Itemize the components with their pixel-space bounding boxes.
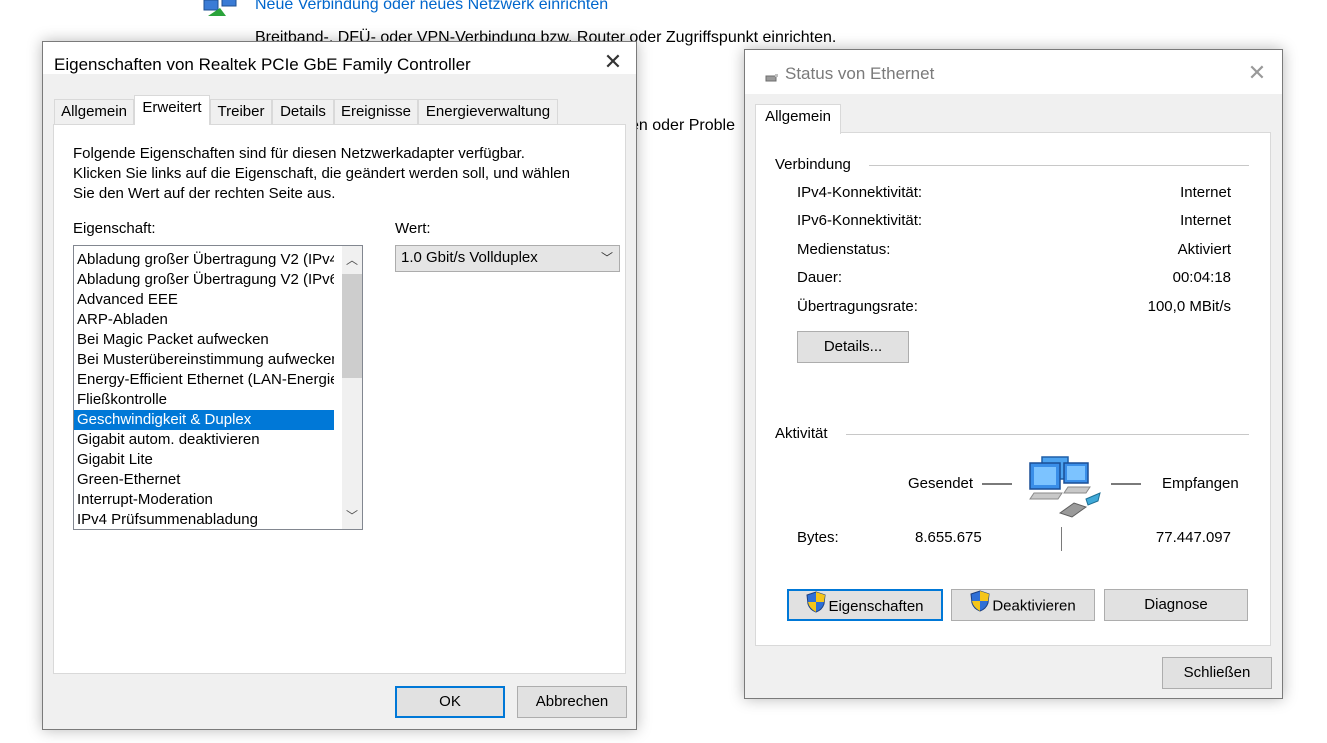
network-wizard-icon: [200, 0, 244, 26]
diagnose-button[interactable]: Diagnose: [1104, 589, 1248, 621]
status-row-value: 100,0 MBit/s: [1147, 298, 1231, 315]
tab-allgemein[interactable]: Allgemein: [54, 99, 134, 125]
property-list-scrollbar[interactable]: ︿ ﹀: [342, 246, 362, 529]
value-label: Wert:: [395, 220, 431, 237]
tab-ereignisse[interactable]: Ereignisse: [334, 99, 418, 125]
bytes-sent-value: 8.655.675: [915, 529, 982, 546]
close-icon[interactable]: ✕: [1235, 58, 1279, 88]
disable-button[interactable]: Deaktivieren: [951, 589, 1095, 621]
value-dropdown-text: 1.0 Gbit/s Vollduplex: [401, 249, 538, 266]
received-separator-line: [1111, 483, 1141, 485]
ethernet-status-dialog: Status von Ethernet ✕ Allgemein Verbindu…: [744, 49, 1283, 699]
status-row-label: IPv4-Konnektivität:: [797, 184, 923, 201]
network-adapter-icon: [765, 70, 779, 87]
property-list[interactable]: Abladung großer Übertragung V2 (IPv4) Abl…: [73, 245, 363, 530]
uac-shield-icon: [970, 590, 990, 623]
property-list-item[interactable]: Abladung großer Übertragung V2 (IPv6): [74, 270, 334, 290]
status-row-value: Internet: [1180, 184, 1231, 201]
intro-line-3: Sie den Wert auf der rechten Seite aus.: [73, 185, 336, 202]
property-list-item[interactable]: Bei Magic Packet aufwecken: [74, 330, 334, 350]
bytes-label: Bytes:: [797, 529, 839, 546]
intro-line-1: Folgende Eigenschaften sind für diesen N…: [73, 145, 525, 162]
property-label: Eigenschaft:: [73, 220, 156, 237]
bytes-received-value: 77.447.097: [1155, 529, 1231, 546]
intro-line-2: Klicken Sie links auf die Eigenschaft, d…: [73, 165, 570, 182]
activity-group-line: [846, 434, 1249, 435]
property-list-item[interactable]: IPv4 Prüfsummenabladung: [74, 510, 334, 529]
close-button[interactable]: Schließen: [1162, 657, 1272, 689]
tab-energieverwaltung[interactable]: Energieverwaltung: [418, 99, 558, 125]
status-row-value: Aktiviert: [1177, 241, 1231, 258]
cancel-button[interactable]: Abbrechen: [517, 686, 627, 718]
activity-group-title: Aktivität: [775, 425, 828, 442]
connection-group-title: Verbindung: [775, 156, 851, 173]
tab-treiber[interactable]: Treiber: [210, 99, 272, 125]
value-dropdown[interactable]: 1.0 Gbit/s Vollduplex ﹀: [395, 245, 620, 272]
property-list-item[interactable]: Interrupt-Moderation: [74, 490, 334, 510]
tab-allgemein[interactable]: Allgemein: [755, 104, 841, 134]
setup-connection-link[interactable]: Neue Verbindung oder neues Netzwerk einr…: [255, 0, 608, 14]
bytes-divider: [1061, 527, 1062, 551]
status-row-label: Medienstatus:: [797, 241, 891, 258]
advanced-tab-panel: Folgende Eigenschaften sind für diesen N…: [53, 124, 626, 674]
ok-button[interactable]: OK: [395, 686, 505, 718]
property-list-item[interactable]: Geschwindigkeit & Duplex: [74, 410, 334, 430]
chevron-down-icon: ﹀: [600, 251, 613, 265]
adapter-properties-dialog: Eigenschaften von Realtek PCIe GbE Famil…: [42, 41, 637, 730]
tab-details[interactable]: Details: [272, 99, 334, 125]
status-row-label: Übertragungsrate:: [797, 298, 918, 315]
tab-erweitert[interactable]: Erweitert: [134, 95, 210, 125]
sent-separator-line: [982, 483, 1012, 485]
scroll-down-icon[interactable]: ﹀: [342, 506, 362, 526]
status-row-value: 00:04:18: [1172, 269, 1231, 286]
status-row-label: IPv6-Konnektivität:: [797, 212, 923, 229]
status-row-value: Internet: [1180, 212, 1231, 229]
property-list-item[interactable]: Green-Ethernet: [74, 470, 334, 490]
scrollbar-thumb[interactable]: [342, 274, 362, 378]
property-list-item[interactable]: Fließkontrolle: [74, 390, 334, 410]
uac-shield-icon: [806, 591, 826, 623]
dialog-title: Eigenschaften von Realtek PCIe GbE Famil…: [54, 55, 471, 74]
sent-label: Gesendet: [908, 475, 974, 492]
property-list-item[interactable]: Energy-Efficient Ethernet (LAN-Energie): [74, 370, 334, 390]
properties-button[interactable]: Eigenschaften: [787, 589, 943, 621]
property-list-item[interactable]: ARP-Abladen: [74, 310, 334, 330]
disable-button-label: Deaktivieren: [992, 597, 1076, 615]
computers-activity-icon: [1028, 455, 1104, 529]
property-list-item[interactable]: Bei Musterübereinstimmung aufwecken: [74, 350, 334, 370]
title-bar[interactable]: Eigenschaften von Realtek PCIe GbE Famil…: [43, 42, 636, 74]
received-label: Empfangen: [1162, 475, 1239, 492]
property-list-item[interactable]: Gigabit autom. deaktivieren: [74, 430, 334, 450]
properties-button-label: Eigenschaften: [828, 598, 924, 615]
scroll-up-icon[interactable]: ︿: [342, 250, 362, 270]
property-list-item[interactable]: Advanced EEE: [74, 290, 334, 310]
general-tab-panel: Verbindung IPv4-Konnektivität: Internet IP…: [755, 132, 1271, 646]
title-bar[interactable]: Status von Ethernet ✕: [745, 50, 1282, 94]
property-list-item[interactable]: Abladung großer Übertragung V2 (IPv4): [74, 250, 334, 270]
dialog-title: Status von Ethernet: [785, 64, 935, 83]
status-row-label: Dauer:: [797, 269, 843, 286]
details-button[interactable]: Details...: [797, 331, 909, 363]
close-icon[interactable]: ✕: [591, 47, 635, 77]
connection-group-line: [869, 165, 1249, 166]
troubleshoot-fragment-text: en oder Proble: [630, 117, 735, 134]
property-list-item[interactable]: Gigabit Lite: [74, 450, 334, 470]
